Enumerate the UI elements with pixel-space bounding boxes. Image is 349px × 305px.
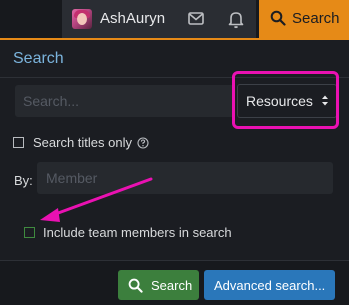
search-tab-label: Search — [292, 10, 340, 27]
annotation-highlight-box — [232, 71, 339, 129]
titles-only-option[interactable]: Search titles only — [13, 135, 149, 150]
search-tab[interactable]: Search — [259, 0, 349, 38]
search-icon — [270, 10, 286, 26]
include-team-label: Include team members in search — [43, 225, 232, 240]
search-button[interactable]: Search — [118, 270, 199, 300]
panel-title: Search — [13, 50, 64, 67]
inbox-button[interactable] — [176, 0, 216, 38]
advanced-search-label: Advanced search... — [214, 278, 326, 293]
question-circle-icon[interactable] — [137, 136, 149, 149]
panel-footer: Search Advanced search... — [0, 260, 349, 305]
include-team-option[interactable]: Include team members in search — [24, 225, 232, 240]
include-team-checkbox[interactable] — [24, 227, 35, 238]
search-dropdown-panel: Search Resources Search titles only By: … — [0, 38, 349, 305]
bell-icon — [228, 12, 244, 29]
member-input[interactable] — [37, 162, 333, 194]
alerts-button[interactable] — [216, 0, 256, 38]
account-menu[interactable]: AshAuryn — [62, 0, 176, 38]
top-navigation: AshAuryn Search — [0, 0, 349, 38]
advanced-search-button[interactable]: Advanced search... — [204, 270, 335, 300]
titles-only-label: Search titles only — [33, 135, 132, 150]
username: AshAuryn — [100, 10, 166, 27]
titles-only-checkbox[interactable] — [13, 137, 24, 148]
by-label: By: — [14, 173, 33, 188]
search-input[interactable] — [15, 85, 233, 117]
search-icon — [128, 278, 143, 293]
search-button-label: Search — [151, 278, 193, 293]
avatar — [72, 9, 92, 29]
mail-icon — [188, 12, 204, 25]
